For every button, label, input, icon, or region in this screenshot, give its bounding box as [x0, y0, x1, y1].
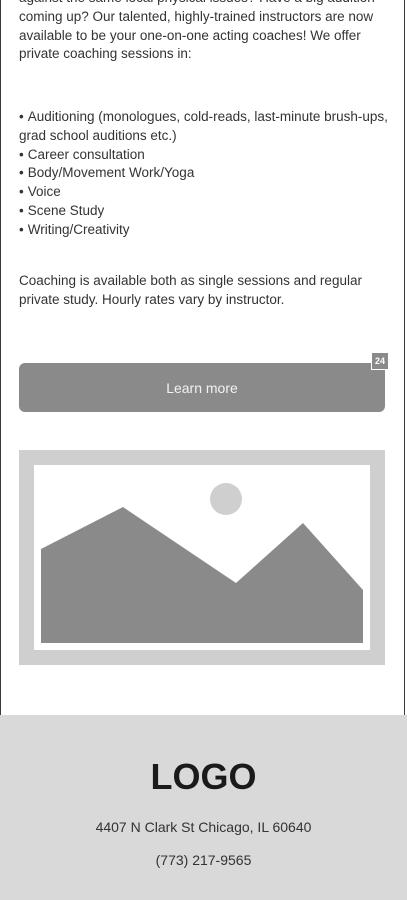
service-item: Scene Study — [19, 202, 394, 221]
service-item: Voice — [19, 183, 394, 202]
services-list: Auditioning (monologues, cold-reads, las… — [19, 108, 394, 240]
footer-address: 4407 N Clark St Chicago, IL 60640 — [95, 819, 312, 835]
footer: LOGO 4407 N Clark St Chicago, IL 60640 (… — [0, 715, 407, 900]
intro-paragraph: against the same local physical issues? … — [19, 0, 375, 62]
image-placeholder-icon — [34, 465, 370, 650]
footer-phone[interactable]: (773) 217-9565 — [0, 852, 407, 868]
outro-paragraph: Coaching is available both as single ses… — [19, 273, 362, 307]
count-badge: 24 — [371, 352, 389, 370]
content-panel: against the same local physical issues? … — [0, 0, 405, 715]
service-item: Writing/Creativity — [19, 221, 394, 240]
service-item: Career consultation — [19, 146, 394, 165]
service-item: Auditioning (monologues, cold-reads, las… — [19, 108, 394, 146]
service-item: Body/Movement Work/Yoga — [19, 164, 394, 183]
image-placeholder — [19, 450, 385, 665]
footer-logo[interactable]: LOGO — [0, 756, 407, 798]
learn-more-button[interactable]: Learn more — [19, 363, 385, 412]
